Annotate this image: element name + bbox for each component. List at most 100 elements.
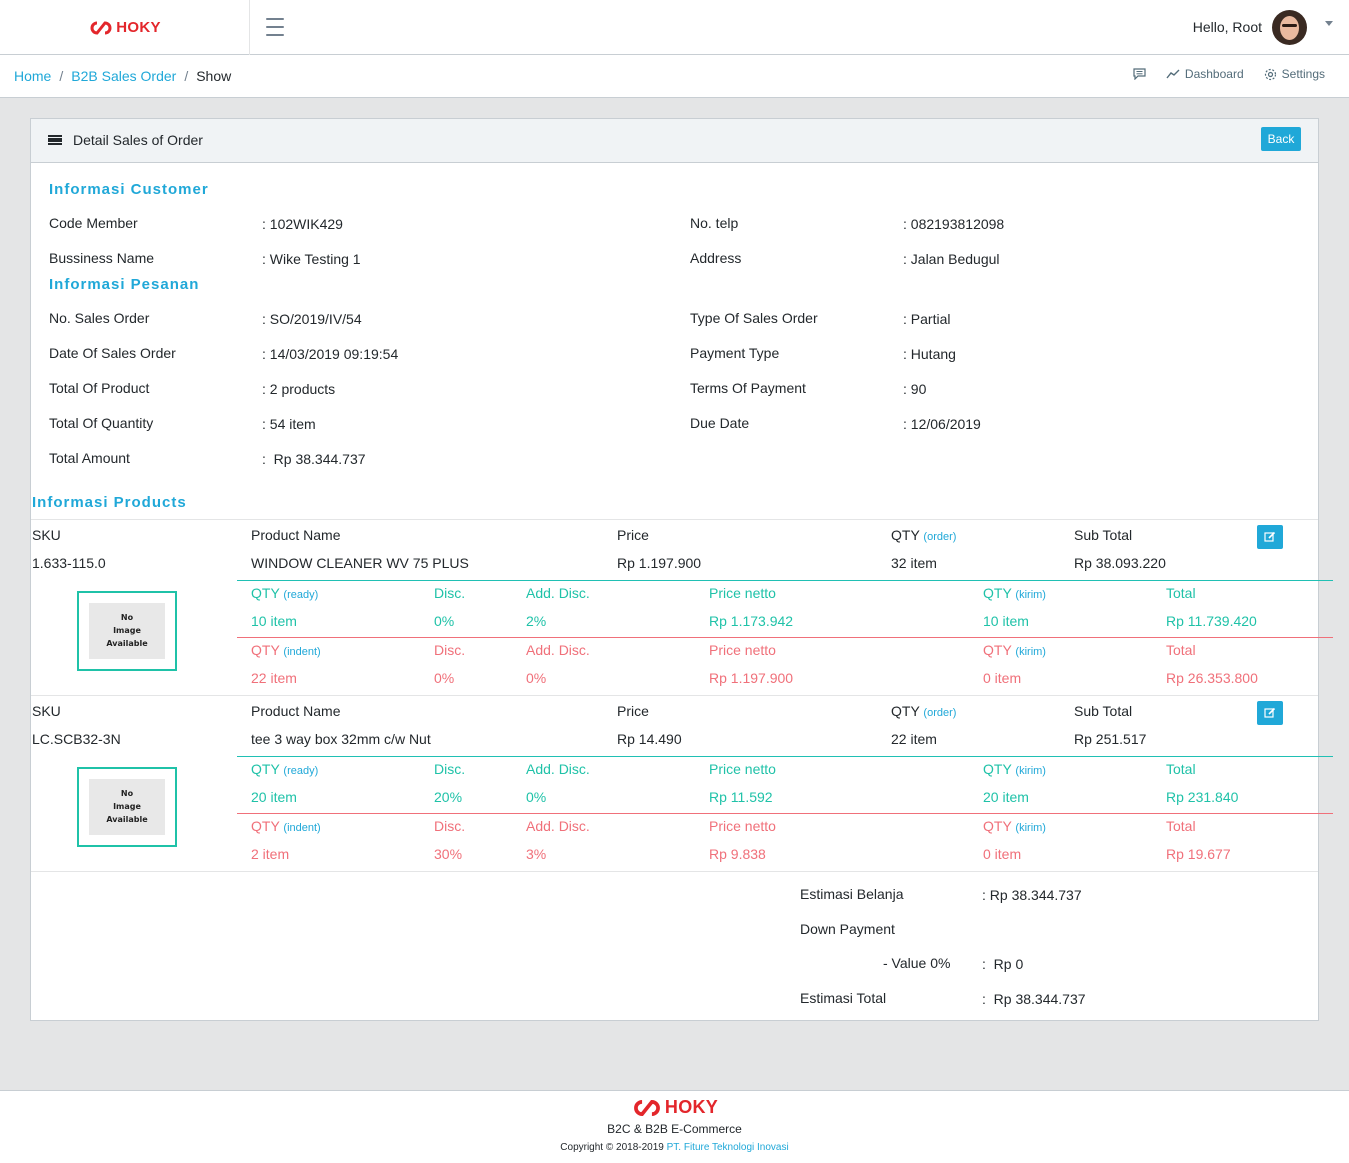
breadcrumb-current: Show: [196, 68, 232, 84]
card-title: Detail Sales of Order: [48, 132, 203, 148]
qty-indent-value: 22 item: [251, 670, 297, 686]
sales-order-date-value: : 14/03/2019 09:19:54: [262, 346, 399, 362]
qty-kirim-header: QTY (kirim): [983, 585, 1046, 601]
sidebar-toggle-button[interactable]: [262, 16, 288, 38]
total-header: Total: [1166, 818, 1196, 834]
disc-header: Disc.: [434, 642, 466, 658]
price-netto-value: Rp 1.173.942: [709, 613, 794, 629]
divider: [31, 695, 1318, 696]
hamburger-line: [266, 34, 284, 36]
footer-logo: HOKY: [0, 1097, 1349, 1118]
product-image: No Image Available: [77, 591, 177, 671]
company-link[interactable]: PT. Fiture Teknologi Inovasi: [667, 1142, 789, 1153]
edit-product-button[interactable]: [1257, 525, 1283, 549]
qty-kirim-header: QTY (kirim): [983, 642, 1046, 658]
code-member-label: Code Member: [49, 215, 138, 231]
down-payment-value: : Rp 0: [982, 956, 1024, 972]
add-disc-header: Add. Disc.: [526, 642, 590, 658]
indent-divider: [237, 637, 1333, 638]
sku-value: 1.633-115.0: [32, 555, 106, 571]
sku-header: SKU: [32, 527, 61, 543]
settings-link[interactable]: Settings: [1264, 67, 1325, 81]
qty-indent-header: QTY (indent): [251, 818, 321, 834]
dashboard-label: Dashboard: [1184, 67, 1244, 81]
footer: HOKY B2C & B2B E-Commerce Copyright © 20…: [0, 1090, 1349, 1163]
sales-order-date-label: Date Of Sales Order: [49, 345, 176, 361]
user-menu[interactable]: Hello, Root: [1193, 9, 1333, 45]
qty-indent-header: QTY (indent): [251, 642, 321, 658]
qty-kirim-value: 0 item: [983, 670, 1022, 686]
qty-indent-value: 2 item: [251, 846, 290, 862]
address-value: : Jalan Bedugul: [903, 251, 1000, 267]
breadcrumb-separator: /: [184, 68, 189, 84]
estimasi-belanja-value: : Rp 38.344.737: [982, 887, 1082, 903]
business-name-value: : Wike Testing 1: [262, 251, 361, 267]
price-netto-header: Price netto: [709, 818, 776, 834]
breadcrumb-menu: Dashboard Settings: [1133, 67, 1325, 81]
back-button[interactable]: Back: [1261, 127, 1301, 151]
total-header: Total: [1166, 761, 1196, 777]
gear-icon: [1264, 68, 1276, 80]
estimasi-total-label: Estimasi Total: [800, 990, 887, 1006]
qty-order-value: 22 item: [891, 731, 937, 747]
estimasi-total-value: : Rp 38.344.737: [982, 991, 1086, 1007]
price-netto-value: Rp 9.838: [709, 846, 766, 862]
qty-kirim-header: QTY (kirim): [983, 761, 1046, 777]
code-member-value: : 102WIK429: [262, 216, 343, 232]
disc-value: 20%: [434, 789, 463, 805]
sales-order-no-value: : SO/2019/IV/54: [262, 311, 362, 327]
disc-header: Disc.: [434, 818, 466, 834]
logo-icon: [633, 1099, 660, 1116]
card-header: Detail Sales of Order Back: [31, 119, 1318, 163]
hoky-logo[interactable]: HOKY: [88, 19, 161, 36]
ready-divider: [237, 580, 1333, 581]
add-disc-value: 0%: [526, 789, 547, 805]
due-date-value: : 12/06/2019: [903, 416, 981, 432]
add-disc-header: Add. Disc.: [526, 585, 590, 601]
customer-section-title: Informasi Customer: [49, 181, 209, 198]
qty-kirim-value: 0 item: [983, 846, 1022, 862]
disc-value: 0%: [434, 670, 455, 686]
total-quantity-value: : 54 item: [262, 416, 316, 432]
ready-divider: [237, 756, 1333, 757]
order-detail-card: Detail Sales of Order Back Informasi Cus…: [30, 118, 1333, 1021]
edit-product-button[interactable]: [1257, 701, 1283, 725]
settings-label: Settings: [1281, 67, 1325, 81]
dashboard-link[interactable]: Dashboard: [1166, 67, 1244, 81]
sales-order-no-label: No. Sales Order: [49, 310, 150, 326]
price-value: Rp 14.490: [617, 731, 682, 747]
brand[interactable]: HOKY: [0, 0, 250, 55]
total-value: Rp 19.677: [1166, 846, 1231, 862]
footer-brand-name: HOKY: [664, 1097, 719, 1117]
total-quantity-label: Total Of Quantity: [49, 415, 154, 431]
chevron-down-icon[interactable]: [1325, 20, 1333, 26]
total-header: Total: [1166, 585, 1196, 601]
sub-total-header: Sub Total: [1074, 703, 1133, 719]
payment-type-label: Payment Type: [690, 345, 780, 361]
hamburger-line: [266, 26, 284, 28]
list-icon: [48, 135, 62, 145]
no-image-placeholder: No Image Available: [89, 603, 165, 659]
terms-of-payment-label: Terms Of Payment: [690, 380, 806, 396]
edit-icon: [1264, 707, 1276, 718]
edit-icon: [1264, 531, 1276, 542]
order-type-label: Type Of Sales Order: [690, 310, 818, 326]
footer-subtitle: B2C & B2B E-Commerce: [607, 1122, 742, 1136]
sku-header: SKU: [32, 703, 61, 719]
product-name-value: WINDOW CLEANER WV 75 PLUS: [251, 555, 469, 571]
messages-link[interactable]: [1133, 68, 1146, 80]
breadcrumb-home[interactable]: Home: [14, 68, 51, 84]
qty-ready-header: QTY (ready): [251, 761, 319, 777]
qty-kirim-value: 10 item: [983, 613, 1029, 629]
total-product-label: Total Of Product: [49, 380, 150, 396]
due-date-label: Due Date: [690, 415, 750, 431]
terms-of-payment-value: : 90: [903, 381, 927, 397]
breadcrumb-b2b-sales-order[interactable]: B2B Sales Order: [71, 68, 176, 84]
down-payment-label: Down Payment: [800, 921, 895, 937]
avatar[interactable]: [1272, 9, 1307, 45]
total-value: Rp 231.840: [1166, 789, 1239, 805]
add-disc-value: 0%: [526, 670, 547, 686]
indent-divider: [237, 813, 1333, 814]
qty-kirim-header: QTY (kirim): [983, 818, 1046, 834]
card-title-text: Detail Sales of Order: [73, 132, 203, 148]
